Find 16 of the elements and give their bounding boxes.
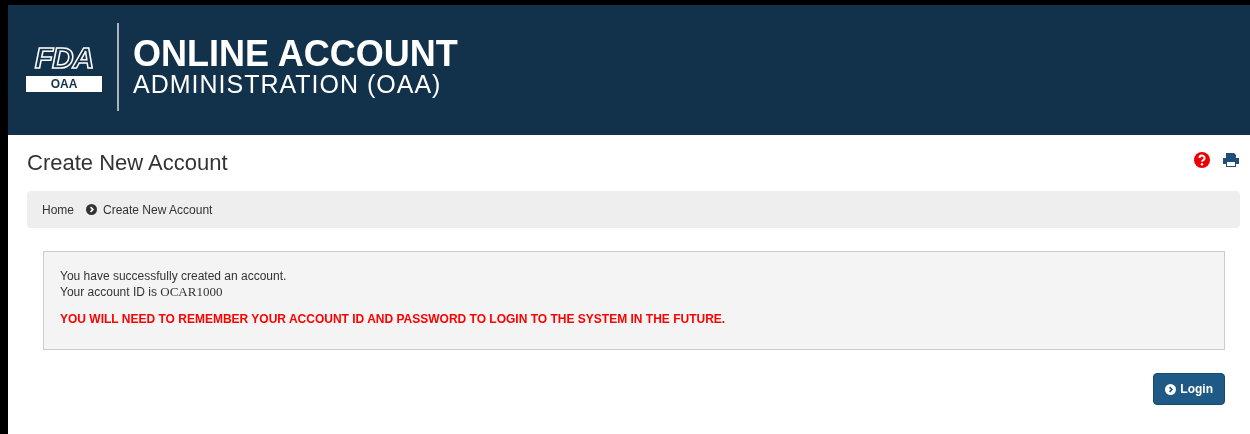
id-label: Your account ID is: [60, 285, 157, 299]
message-text: You have successfully created an account.: [60, 269, 288, 284]
chevron-icon: [86, 204, 97, 215]
login-button[interactable]: Login: [1153, 373, 1225, 405]
breadcrumb-current[interactable]: Create New Account: [103, 202, 213, 217]
print-icon[interactable]: [1222, 152, 1240, 168]
help-icon[interactable]: [1194, 152, 1210, 168]
account-id: OCAR1000: [160, 284, 223, 299]
page-title: Create New Account: [27, 150, 228, 176]
chevron-icon: [1165, 383, 1177, 395]
warning-text: YOU WILL NEED TO REMEMBER YOUR ACCOUNT ID AND PASSWORD TO LOGIN TO THE SYSTEM IN THE FUTURE.: [60, 312, 727, 327]
breadcrumb-link[interactable]: Home: [42, 202, 74, 217]
logo-text: FDA: [34, 42, 94, 74]
app-title: ONLINE ACCOUNT: [133, 37, 458, 71]
logo-label: OAA: [26, 76, 102, 92]
app-subtitle: ADMINISTRATION (OAA): [133, 71, 443, 97]
